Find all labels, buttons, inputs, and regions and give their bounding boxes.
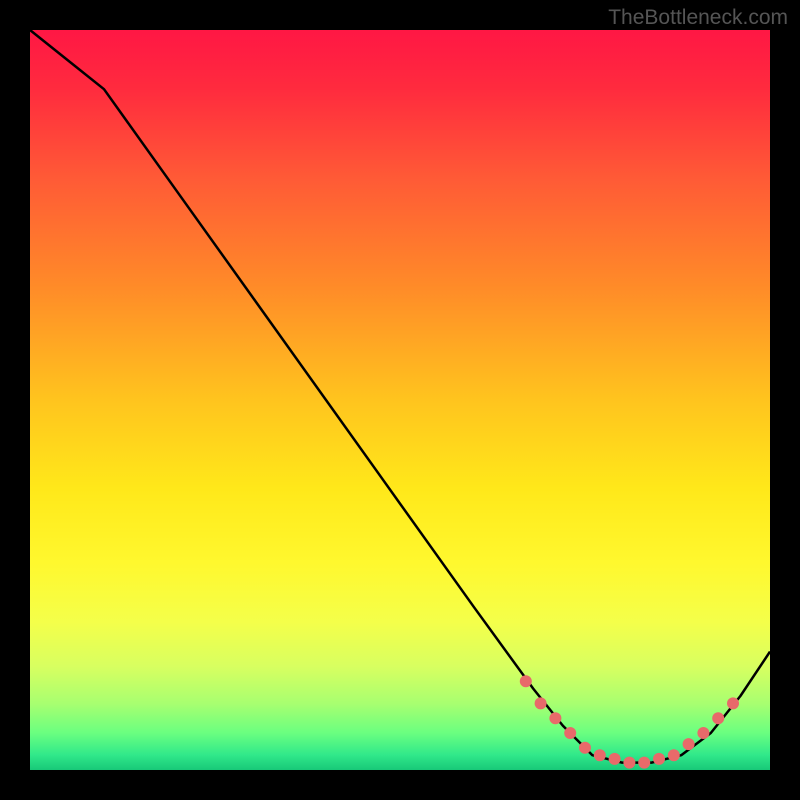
marker-point: [727, 697, 739, 709]
marker-point: [653, 753, 665, 765]
marker-point: [668, 749, 680, 761]
marker-point: [594, 749, 606, 761]
marker-point: [535, 697, 547, 709]
marker-point: [579, 742, 591, 754]
marker-point: [623, 757, 635, 769]
marker-point: [697, 727, 709, 739]
watermark-text: TheBottleneck.com: [608, 6, 788, 30]
chart-container: TheBottleneck.com: [0, 0, 800, 800]
marker-point: [638, 757, 650, 769]
marker-point: [520, 675, 532, 687]
marker-point: [549, 712, 561, 724]
plot-area: [30, 30, 770, 770]
marker-point: [712, 712, 724, 724]
marker-point: [609, 753, 621, 765]
marker-point: [564, 727, 576, 739]
bottleneck-chart: [30, 30, 770, 770]
marker-point: [683, 738, 695, 750]
